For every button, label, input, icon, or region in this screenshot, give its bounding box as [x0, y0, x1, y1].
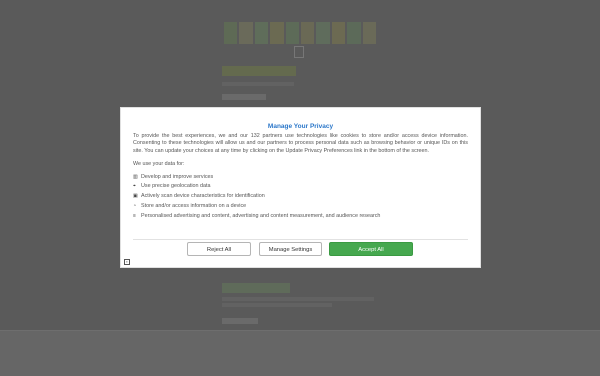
purpose-item: ⌖ Use precise geolocation data: [133, 183, 468, 190]
purpose-item: ◔ Store and/or access information on a d…: [133, 203, 468, 210]
bg-heading-2: [222, 283, 290, 293]
purpose-label: Use precise geolocation data: [141, 183, 211, 190]
modal-body[interactable]: To provide the best experiences, we and …: [133, 133, 468, 239]
purpose-item: ▣ Actively scan device characteristics f…: [133, 193, 468, 200]
purpose-label: Develop and improve services: [141, 173, 214, 180]
privacy-consent-modal: Manage Your Privacy To provide the best …: [120, 107, 481, 268]
location-pin-icon: ⌖: [133, 183, 136, 190]
bg-text-line: [222, 303, 332, 307]
ads-icon: ≡: [133, 212, 136, 219]
data-use-label: We use your data for:: [133, 161, 185, 168]
accept-all-button[interactable]: Accept All: [329, 242, 413, 256]
bg-subheading: [222, 318, 258, 324]
modal-divider: [133, 239, 468, 240]
bg-text-line: [222, 297, 374, 301]
site-logo: [224, 22, 377, 44]
storage-icon: ◔: [133, 203, 137, 210]
purpose-label: Personalised advertising and content, ad…: [141, 212, 381, 219]
page-footer: [0, 330, 600, 376]
cookie-settings-icon[interactable]: ▪: [124, 259, 130, 265]
consent-intro-text: To provide the best experiences, we and …: [133, 133, 468, 154]
purpose-label: Actively scan device characteristics for…: [141, 193, 265, 200]
purpose-label: Store and/or access information on a dev…: [141, 203, 247, 210]
chart-icon: ▥: [133, 173, 138, 180]
bg-text-line: [222, 82, 294, 86]
bg-heading-1: [222, 66, 296, 76]
modal-title: Manage Your Privacy: [267, 123, 334, 130]
device-scan-icon: ▣: [133, 193, 138, 200]
bg-subheading: [222, 94, 266, 100]
logo-mark: [294, 46, 304, 58]
purpose-item: ▥ Develop and improve services: [133, 174, 468, 181]
purpose-item: ≡ Personalised advertising and content, …: [133, 213, 468, 220]
scroll-fade: [133, 227, 468, 239]
reject-all-button[interactable]: Reject All: [187, 242, 251, 256]
manage-settings-button[interactable]: Manage Settings: [259, 242, 322, 256]
